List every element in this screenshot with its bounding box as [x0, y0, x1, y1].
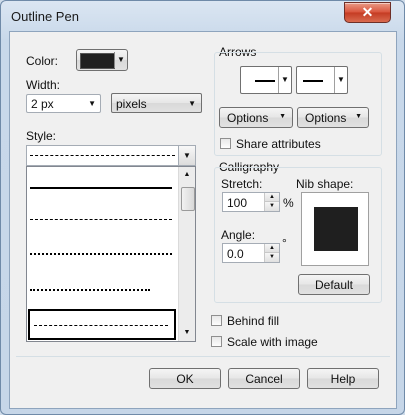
units-value: pixels: [116, 97, 147, 111]
nib-shape-preview[interactable]: [301, 192, 369, 266]
chevron-down-icon: ▼: [355, 113, 362, 120]
close-icon: ✕: [361, 4, 374, 20]
stretch-label: Stretch:: [221, 177, 263, 191]
style-list[interactable]: ▲ ▼: [26, 166, 196, 342]
end-arrow-selector[interactable]: ▼: [296, 66, 348, 94]
list-item[interactable]: [30, 219, 172, 221]
color-picker-button[interactable]: ▼: [76, 49, 128, 71]
scrollbar[interactable]: ▲ ▼: [178, 167, 195, 341]
chevron-down-icon: ▼: [334, 67, 347, 93]
spin-up-icon[interactable]: ▲: [265, 244, 279, 253]
share-attributes-checkbox[interactable]: [220, 138, 231, 149]
width-label: Width:: [26, 78, 61, 92]
close-button[interactable]: ✕: [344, 2, 391, 23]
angle-unit: °: [282, 236, 287, 250]
dialog-client-area: Color: ▼ Width: 2 px ▼ pixels ▼ Style: ▼: [9, 31, 397, 409]
arrow-options-left-button[interactable]: Options ▼: [219, 107, 293, 128]
title-bar[interactable]: Outline Pen ✕: [1, 1, 404, 31]
chevron-down-icon: ▼: [178, 146, 195, 165]
list-item[interactable]: [30, 289, 150, 292]
behind-fill-checkbox[interactable]: [211, 315, 222, 326]
scroll-thumb[interactable]: [181, 187, 195, 211]
spin-up-icon[interactable]: ▲: [265, 193, 279, 202]
nib-shape-label: Nib shape:: [296, 177, 354, 191]
angle-value: 0.0: [227, 247, 244, 261]
start-arrow-selector[interactable]: ▼: [240, 66, 292, 94]
chevron-down-icon: ▼: [88, 99, 96, 108]
share-attributes-label: Share attributes: [236, 137, 321, 151]
chevron-up-icon[interactable]: ▲: [180, 168, 194, 182]
angle-spinner[interactable]: 0.0 ▲ ▼: [222, 243, 280, 263]
nib-shape: [314, 207, 358, 251]
stretch-value: 100: [227, 196, 248, 210]
help-button[interactable]: Help: [307, 368, 379, 389]
outline-pen-dialog: Outline Pen ✕ Color: ▼ Width: 2 px ▼ pix…: [0, 0, 405, 415]
stretch-unit: %: [283, 196, 294, 210]
spin-down-icon[interactable]: ▼: [265, 202, 279, 211]
stretch-spinner[interactable]: 100 ▲ ▼: [222, 192, 280, 212]
behind-fill-label: Behind fill: [227, 314, 280, 328]
arrow-options-right-button[interactable]: Options ▼: [297, 107, 369, 128]
ok-button[interactable]: OK: [149, 368, 221, 389]
angle-label: Angle:: [221, 228, 256, 242]
width-value: 2 px: [31, 97, 54, 111]
scale-with-image-label: Scale with image: [227, 335, 318, 349]
list-item-selected[interactable]: [28, 309, 176, 340]
style-combo[interactable]: ▼: [26, 145, 196, 166]
list-item[interactable]: [30, 170, 175, 186]
cancel-button[interactable]: Cancel: [228, 368, 300, 389]
bottom-divider: [16, 356, 390, 357]
chevron-down-icon: ▼: [114, 52, 127, 68]
selected-line-style: [30, 155, 175, 156]
default-button[interactable]: Default: [298, 274, 370, 295]
chevron-down-icon: ▼: [279, 113, 286, 120]
chevron-down-icon: ▼: [188, 99, 196, 108]
scale-with-image-checkbox[interactable]: [211, 336, 222, 347]
spin-down-icon[interactable]: ▼: [265, 253, 279, 262]
width-combo[interactable]: 2 px ▼: [26, 94, 101, 113]
chevron-down-icon[interactable]: ▼: [180, 326, 194, 340]
style-label: Style:: [26, 129, 57, 143]
list-item[interactable]: [30, 253, 172, 256]
color-swatch: [80, 53, 115, 69]
units-dropdown[interactable]: pixels ▼: [111, 93, 202, 113]
dialog-title: Outline Pen: [11, 9, 79, 24]
color-label: Color:: [26, 54, 59, 68]
chevron-down-icon: ▼: [278, 67, 291, 93]
list-item[interactable]: [30, 187, 172, 190]
